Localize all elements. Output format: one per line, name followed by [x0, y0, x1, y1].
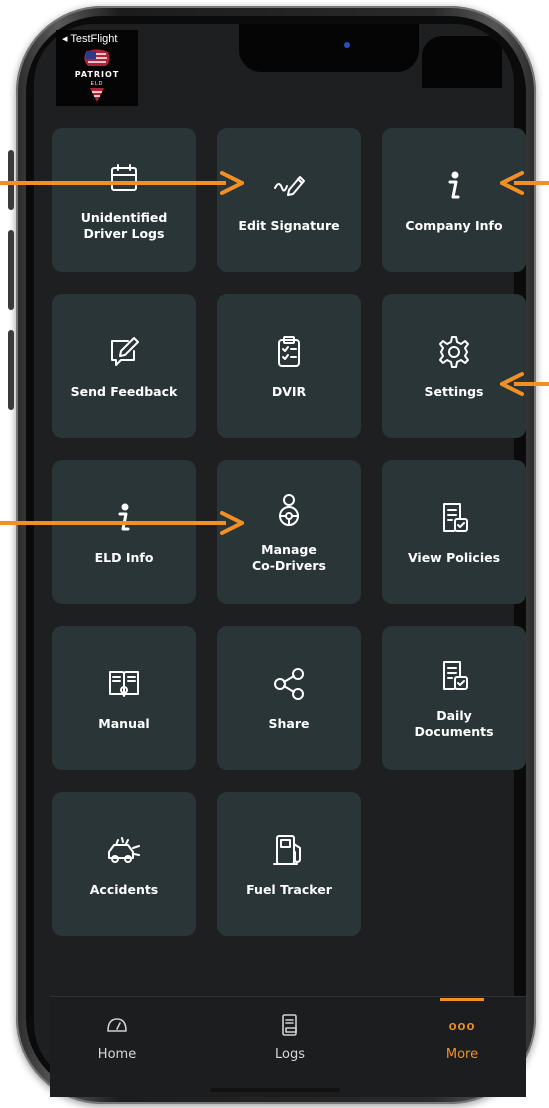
tile-settings[interactable]: Settings: [382, 294, 526, 438]
tab-logs[interactable]: Logs: [240, 1011, 340, 1062]
patriot-eld-logo: PATRIOT ELD: [72, 48, 122, 104]
share-icon: [269, 664, 309, 704]
tile-accidents[interactable]: Accidents: [52, 792, 196, 936]
tile-fuel-tracker[interactable]: Fuel Tracker: [217, 792, 361, 936]
tile-label: Manual: [98, 716, 150, 731]
logo-subtext: ELD: [90, 81, 104, 87]
annotation-arrow-edit-signature: [0, 181, 226, 185]
pen-signature-icon: [269, 166, 309, 206]
clipboard-checklist-icon: [269, 332, 309, 372]
daily-document-icon: [434, 656, 474, 696]
status-area: [422, 36, 502, 88]
tile-label: Edit Signature: [238, 218, 340, 233]
driver-icon: [269, 490, 309, 530]
tab-home-label: Home: [97, 1047, 137, 1062]
tile-label: Manage Co-Drivers: [251, 542, 326, 573]
tile-label: Send Feedback: [70, 384, 178, 399]
speedometer-icon: [67, 1011, 167, 1039]
tile-daily-documents[interactable]: Daily Documents: [382, 626, 526, 770]
tile-label: ELD Info: [94, 550, 154, 565]
tile-label: Accidents: [89, 882, 159, 897]
manual-book-icon: [104, 664, 144, 704]
home-indicator: [210, 1088, 340, 1092]
logs-device-icon: [240, 1011, 340, 1039]
volume-up-button: [8, 230, 14, 310]
testflight-back-link[interactable]: ◂ TestFlight: [62, 32, 117, 45]
mute-switch: [8, 150, 14, 210]
info-icon: [104, 498, 144, 538]
gear-icon: [434, 332, 474, 372]
tab-more-label: More: [445, 1047, 479, 1062]
edit-feedback-icon: [104, 332, 144, 372]
tile-edit-signature[interactable]: Edit Signature: [217, 128, 361, 272]
tile-label: Unidentified Driver Logs: [80, 210, 168, 241]
tile-view-policies[interactable]: View Policies: [382, 460, 526, 604]
calendar-icon: [104, 158, 144, 198]
tile-share[interactable]: Share: [217, 626, 361, 770]
tile-label: Daily Documents: [414, 708, 494, 739]
tile-label: Share: [268, 716, 310, 731]
tile-eld-info[interactable]: ELD Info: [52, 460, 196, 604]
tile-dvir[interactable]: DVIR: [217, 294, 361, 438]
policy-document-icon: [434, 498, 474, 538]
logo-text: PATRIOT: [74, 70, 120, 79]
volume-down-button: [8, 330, 14, 410]
tile-company-info[interactable]: Company Info: [382, 128, 526, 272]
tile-send-feedback[interactable]: Send Feedback: [52, 294, 196, 438]
arrowhead-left: [500, 171, 524, 195]
tile-label: DVIR: [271, 384, 307, 399]
arrowhead-left: [500, 372, 524, 396]
camera-dot: [344, 42, 350, 48]
tile-label: Fuel Tracker: [246, 882, 332, 897]
annotation-arrow-manage-co-drivers: [0, 521, 226, 525]
tile-label: View Policies: [407, 550, 501, 565]
notch: [239, 24, 419, 72]
more-icon: ooo: [448, 1017, 476, 1033]
tile-label: Company Info: [405, 218, 503, 233]
tab-home[interactable]: Home: [67, 1011, 167, 1062]
arrowhead-right: [220, 511, 244, 535]
tile-label: Settings: [424, 384, 484, 399]
car-accident-icon: [104, 830, 144, 870]
tab-logs-label: Logs: [275, 1047, 305, 1062]
info-icon: [434, 166, 474, 206]
active-tab-indicator: [440, 998, 484, 1001]
tile-manual[interactable]: Manual: [52, 626, 196, 770]
bottom-tab-bar: Home Logs ooo More: [50, 996, 526, 1097]
arrowhead-right: [220, 171, 244, 195]
tab-more[interactable]: ooo More: [412, 1011, 512, 1063]
tile-unidentified-driver-logs[interactable]: Unidentified Driver Logs: [52, 128, 196, 272]
fuel-pump-icon: [269, 830, 309, 870]
testflight-badge[interactable]: ◂ TestFlight PATRIOT ELD: [56, 30, 138, 106]
